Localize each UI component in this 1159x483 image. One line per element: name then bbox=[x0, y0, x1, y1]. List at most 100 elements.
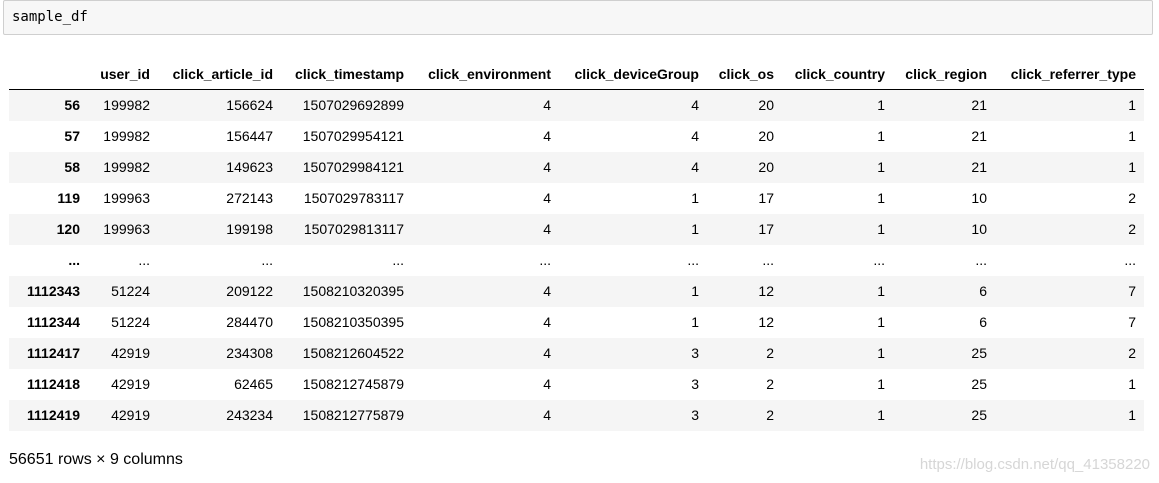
cell-click-referrer-type: 2 bbox=[1128, 221, 1136, 237]
cell-click-country: 1 bbox=[877, 128, 885, 144]
cell-user-id: 42919 bbox=[111, 345, 150, 361]
cell-click-os: 2 bbox=[766, 407, 774, 423]
column-header-click-os: click_os bbox=[707, 58, 782, 90]
cell-click-environment: 4 bbox=[543, 221, 551, 237]
cell-user-id: 199982 bbox=[103, 97, 150, 114]
cell-click-timestamp: 1507029692899 bbox=[302, 97, 404, 114]
cell-click-country: 1 bbox=[877, 221, 885, 237]
cell-click-timestamp: ... bbox=[392, 252, 404, 268]
cell-click-referrer-type: 2 bbox=[1128, 190, 1136, 206]
cell-click-referrer-type: 7 bbox=[1128, 314, 1136, 330]
row-index: 1112343 bbox=[27, 283, 80, 299]
table-header: user_id click_article_id click_timestamp… bbox=[9, 58, 1144, 90]
cell-click-devicegroup: 1 bbox=[691, 314, 699, 330]
cell-click-article-id: 284470 bbox=[226, 314, 273, 330]
dataframe-shape-summary: 56651 rows × 9 columns bbox=[9, 451, 183, 468]
cell-user-id: ... bbox=[138, 252, 150, 268]
cell-click-environment: 4 bbox=[543, 407, 551, 423]
cell-click-region: 25 bbox=[971, 345, 987, 361]
cell-click-article-id: 209122 bbox=[226, 283, 273, 299]
cell-click-referrer-type: 1 bbox=[1128, 128, 1136, 144]
cell-user-id: 199982 bbox=[103, 128, 150, 144]
column-header-click-region: click_region bbox=[893, 58, 995, 90]
cell-click-os: 2 bbox=[766, 345, 774, 361]
cell-click-referrer-type: 7 bbox=[1128, 283, 1136, 299]
cell-click-region: 21 bbox=[971, 128, 987, 144]
cell-click-region: 25 bbox=[971, 407, 987, 423]
cell-click-os: 17 bbox=[758, 221, 774, 237]
cell-click-timestamp: 1507029813117 bbox=[303, 221, 404, 237]
table-row-ellipsis: ... ... ... ... ... ... ... ... ... ... bbox=[9, 244, 1144, 276]
table-row: 1112343 51224 209122 1508210320395 4 1 1… bbox=[9, 275, 1144, 307]
cell-click-os: 12 bbox=[758, 314, 774, 330]
cell-click-article-id: 243234 bbox=[226, 407, 273, 423]
row-index: 1112419 bbox=[27, 407, 80, 423]
cell-click-article-id: 199198 bbox=[226, 221, 273, 237]
table-row: 120 199963 199198 1507029813117 4 1 17 1… bbox=[9, 213, 1144, 245]
row-index: 57 bbox=[64, 128, 80, 144]
column-header-user-id: user_id bbox=[88, 58, 158, 90]
cell-click-country: ... bbox=[873, 252, 885, 268]
row-index: 58 bbox=[64, 159, 80, 175]
cell-click-os: 20 bbox=[758, 97, 774, 114]
cell-click-devicegroup: 4 bbox=[691, 97, 699, 114]
table-row: 119 199963 272143 1507029783117 4 1 17 1… bbox=[9, 182, 1144, 214]
cell-click-timestamp: 1508210320395 bbox=[302, 283, 404, 299]
column-header-click-timestamp: click_timestamp bbox=[281, 58, 412, 90]
cell-click-region: 21 bbox=[971, 97, 987, 114]
cell-click-environment: 4 bbox=[543, 376, 551, 392]
cell-click-devicegroup: 4 bbox=[691, 128, 699, 144]
cell-click-region: 6 bbox=[979, 283, 987, 299]
column-header-click-article-id: click_article_id bbox=[158, 58, 281, 90]
cell-click-referrer-type: ... bbox=[1124, 252, 1136, 268]
cell-user-id: 199963 bbox=[103, 221, 150, 237]
cell-user-id: 42919 bbox=[111, 407, 150, 423]
cell-click-country: 1 bbox=[877, 407, 885, 423]
cell-click-timestamp: 1508212745879 bbox=[302, 376, 404, 392]
cell-click-country: 1 bbox=[877, 283, 885, 299]
cell-click-devicegroup: 4 bbox=[691, 159, 699, 175]
cell-click-referrer-type: 1 bbox=[1128, 407, 1136, 423]
code-input-cell[interactable]: sample_df bbox=[3, 0, 1153, 35]
cell-click-devicegroup: ... bbox=[687, 252, 699, 268]
cell-user-id: 51224 bbox=[111, 314, 150, 330]
cell-click-country: 1 bbox=[877, 314, 885, 330]
cell-click-timestamp: 1507029783117 bbox=[303, 190, 404, 206]
cell-click-environment: 4 bbox=[543, 190, 551, 206]
cell-click-environment: 4 bbox=[543, 159, 551, 175]
cell-click-devicegroup: 1 bbox=[691, 283, 699, 299]
cell-click-os: 20 bbox=[758, 128, 774, 144]
row-index: 119 bbox=[57, 190, 80, 206]
row-index: 56 bbox=[64, 97, 80, 114]
cell-user-id: 199963 bbox=[103, 190, 150, 206]
cell-click-devicegroup: 1 bbox=[691, 190, 699, 206]
cell-user-id: 42919 bbox=[111, 376, 150, 392]
cell-click-os: 12 bbox=[758, 283, 774, 299]
cell-click-region: ... bbox=[975, 252, 987, 268]
cell-click-environment: ... bbox=[539, 252, 551, 268]
cell-click-country: 1 bbox=[877, 376, 885, 392]
column-header-click-devicegroup: click_deviceGroup bbox=[559, 58, 707, 90]
cell-click-environment: 4 bbox=[543, 283, 551, 299]
cell-click-os: 2 bbox=[766, 376, 774, 392]
table-body: 56 199982 156624 1507029692899 4 4 20 1 … bbox=[9, 89, 1144, 431]
cell-click-article-id: ... bbox=[261, 252, 273, 268]
cell-user-id: 199982 bbox=[103, 159, 150, 175]
cell-click-os: 17 bbox=[758, 190, 774, 206]
cell-click-devicegroup: 3 bbox=[691, 345, 699, 361]
code-text: sample_df bbox=[12, 9, 88, 25]
cell-click-environment: 4 bbox=[543, 128, 551, 144]
table-row: 58 199982 149623 1507029984121 4 4 20 1 … bbox=[9, 151, 1144, 183]
dataframe-table: user_id click_article_id click_timestamp… bbox=[9, 58, 1144, 431]
table-row: 1112417 42919 234308 1508212604522 4 3 2… bbox=[9, 337, 1144, 369]
row-index: 1112418 bbox=[27, 376, 80, 392]
table-row: 57 199982 156447 1507029954121 4 4 20 1 … bbox=[9, 120, 1144, 152]
cell-click-country: 1 bbox=[877, 97, 885, 114]
cell-click-region: 10 bbox=[971, 190, 987, 206]
watermark-text: https://blog.csdn.net/qq_41358220 bbox=[919, 456, 1150, 473]
cell-click-article-id: 62465 bbox=[234, 376, 273, 392]
table-row: 1112344 51224 284470 1508210350395 4 1 1… bbox=[9, 306, 1144, 338]
row-index: ... bbox=[68, 252, 80, 268]
row-index: 1112344 bbox=[27, 314, 80, 330]
cell-user-id: 51224 bbox=[111, 283, 150, 299]
